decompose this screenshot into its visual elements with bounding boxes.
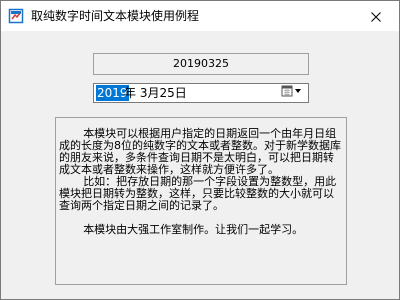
app-icon xyxy=(8,8,24,24)
date-picker[interactable]: 2019 年 3月25日 xyxy=(93,83,309,103)
window-title: 取纯数字时间文本模块使用例程 xyxy=(31,9,200,23)
date-picker-dropdown-button[interactable] xyxy=(278,85,306,101)
description-text: 本模块可以根据用户指定的日期返回一个由年月日组成的长度为8位的纯数字的文本或者整… xyxy=(59,128,343,236)
close-button[interactable] xyxy=(353,1,399,31)
date-number-readout: 20190325 xyxy=(93,53,309,75)
description-paragraph-3: 本模块由大强工作室制作。让我们一起学习。 xyxy=(83,223,304,236)
title-bar[interactable]: 取纯数字时间文本模块使用例程 xyxy=(1,1,399,31)
app-window: 取纯数字时间文本模块使用例程 20190325 2019 年 3月25日 本模块… xyxy=(0,0,400,300)
description-paragraph-1: 本模块可以根据用户指定的日期返回一个由年月日组成的长度为8位的纯数字的文本或者整… xyxy=(59,127,341,176)
description-box: 本模块可以根据用户指定的日期返回一个由年月日组成的长度为8位的纯数字的文本或者整… xyxy=(55,117,347,285)
calendar-dropdown-icon xyxy=(281,84,303,102)
description-paragraph-2: 比如：把存放日期的那一个字段设置为整数型，用此模块把日期转为整数，这样，只要比较… xyxy=(59,175,337,212)
close-icon xyxy=(371,7,381,26)
date-picker-month-day[interactable]: 年 3月25日 xyxy=(124,85,187,101)
